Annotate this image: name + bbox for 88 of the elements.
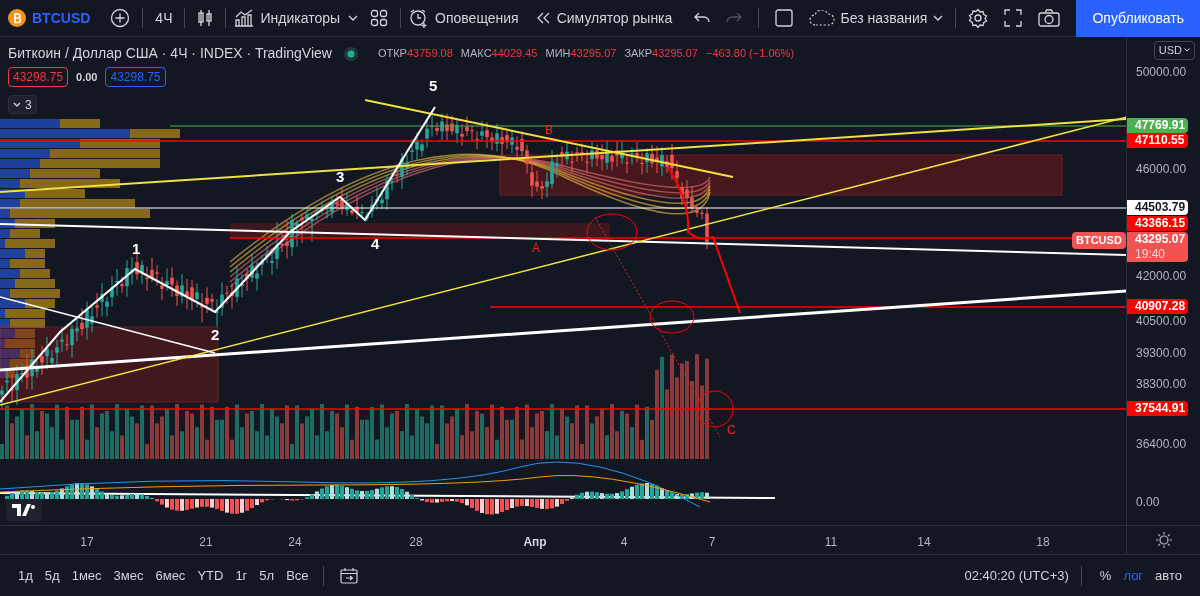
range-button[interactable]: 5д [38, 562, 66, 589]
ohlc-value: МИН43295.07 [545, 46, 617, 62]
wave-label: 3 [336, 169, 345, 184]
range-button[interactable]: 1д [12, 562, 39, 589]
indicators-button[interactable]: Индикаторы [226, 3, 349, 33]
price-tick: 42000.00 [1136, 270, 1187, 282]
replay-button[interactable]: Симулятор рынка [526, 3, 681, 33]
time-tick: 4 [620, 534, 628, 551]
price-marker: 40907.28 [1127, 299, 1188, 314]
symbol-name[interactable]: BTCUSD [32, 7, 91, 29]
range-button[interactable]: 6мес [149, 562, 192, 589]
time-tick: 28 [409, 534, 423, 551]
time-tick: 11 [824, 534, 838, 551]
undo-icon [693, 12, 710, 24]
time-tick: 17 [80, 534, 94, 551]
wave-label: C [727, 424, 736, 436]
collapse-indicators-button[interactable]: 3 [8, 95, 37, 114]
circle-mark [649, 300, 695, 334]
wave-label: B [545, 124, 553, 136]
time-tick: 21 [199, 534, 213, 551]
candles-icon [197, 8, 214, 28]
range-button[interactable]: 1г [229, 562, 254, 589]
range-button[interactable]: Все [280, 562, 315, 589]
price-tick: 39300.00 [1136, 347, 1187, 359]
range-button[interactable]: 3мес [107, 562, 150, 589]
chart-bars-icon [234, 9, 255, 27]
price-marker: 37544.91 [1127, 401, 1188, 416]
time-tick: 14 [917, 534, 931, 551]
price-tick: 36400.00 [1136, 438, 1187, 450]
last-price: 43295.07 [1135, 232, 1187, 247]
interval-button[interactable]: 4Ч [143, 3, 185, 33]
ask-price: 43298.75 [105, 67, 166, 87]
calendar-icon [339, 567, 358, 584]
range-button[interactable]: YTD [191, 562, 230, 589]
camera-icon [1038, 9, 1061, 27]
price-marker: 47769.91 [1127, 118, 1188, 133]
price-marker: 47110.55 [1127, 133, 1188, 148]
range-button[interactable]: 1мес [65, 562, 108, 589]
redo-icon [725, 12, 742, 24]
scale-toggle[interactable]: лог [1117, 562, 1150, 589]
plus-icon [110, 8, 131, 28]
wave-label: A [532, 242, 540, 254]
price-marker: 43366.15 [1127, 216, 1188, 231]
scale-toggle[interactable]: % [1093, 562, 1118, 589]
chevron-down-icon [13, 102, 21, 107]
alerts-button[interactable]: Оповещения [401, 3, 527, 33]
bar-countdown: 19:40 [1135, 247, 1167, 262]
publish-button[interactable]: Опубликовать [1076, 0, 1200, 37]
range-button[interactable]: 5л [253, 562, 281, 589]
square-icon [774, 9, 793, 27]
spread-value: 0.00 [76, 69, 98, 85]
cloud-icon [808, 10, 835, 26]
time-tick: 24 [288, 534, 302, 551]
clock[interactable]: 02:40:20 (UTC+3) [964, 565, 1069, 586]
layout-name-button[interactable]: Без названия [800, 3, 952, 33]
tv-logo-icon [12, 504, 36, 516]
wave-label: 5 [429, 78, 438, 93]
chevron-down-icon[interactable] [348, 15, 359, 21]
market-label: BTCUSD [1072, 232, 1126, 249]
wave-label: 2 [211, 327, 220, 342]
wave-label: 1 [132, 241, 141, 256]
time-tick: 18 [1036, 534, 1050, 551]
scale-toggle[interactable]: авто [1149, 562, 1188, 589]
ohlc-value: МАКС44029.45 [460, 46, 538, 62]
ohlc-value: ЗАКР43295.07 [624, 46, 698, 62]
chevron-down-icon [1184, 48, 1190, 53]
wave-label: 4 [371, 236, 380, 251]
fullscreen-icon [1004, 9, 1023, 27]
settings-icon [968, 8, 989, 28]
time-tick: 7 [708, 534, 716, 551]
bid-price: 43298.75 [8, 67, 69, 87]
ohlc-value: ОТКР43759.08 [377, 46, 453, 62]
currency-button[interactable]: USD [1153, 41, 1195, 60]
price-tick: 40500.00 [1136, 315, 1187, 327]
symbol-description: Биткоин / Доллар США · 4Ч · INDEX · TradingView [8, 44, 332, 63]
price-change: −463.80 (−1.06%) [706, 46, 795, 62]
sun-icon[interactable] [1155, 532, 1172, 548]
circle-mark [586, 213, 638, 251]
price-tick: 50000.00 [1136, 66, 1187, 78]
price-tick: 46000.00 [1136, 163, 1187, 175]
chevron-down-icon [933, 15, 944, 21]
coin-logo-icon [8, 9, 26, 27]
grid-icon [370, 9, 389, 27]
price-tick: 38300.00 [1136, 378, 1187, 390]
alarm-clock-icon [409, 8, 430, 28]
time-tick: Апр [523, 534, 547, 551]
price-marker: 44503.79 [1127, 200, 1188, 215]
oscillator-tick: 0.00 [1136, 494, 1160, 511]
